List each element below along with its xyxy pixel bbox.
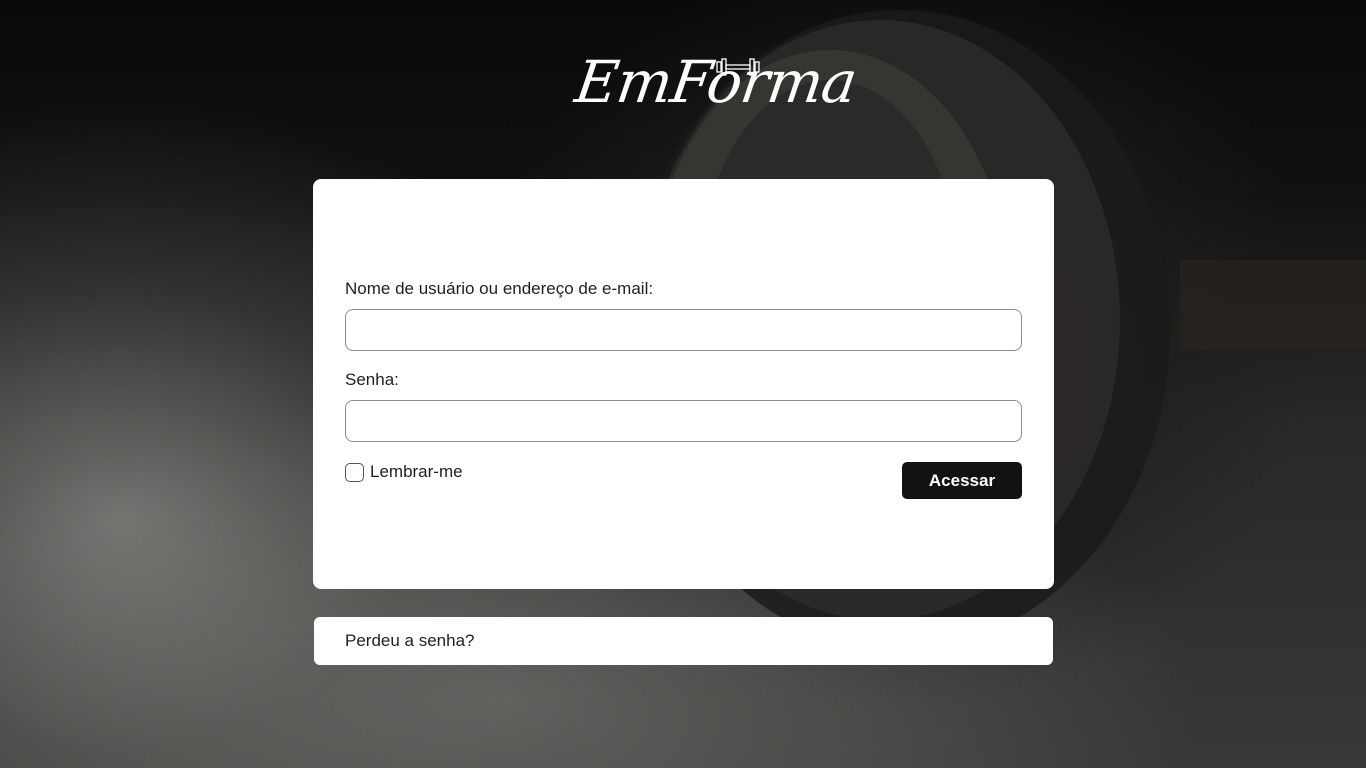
emforma-logo: EmForma xyxy=(560,40,860,130)
remember-me[interactable]: Lembrar-me xyxy=(345,461,463,483)
lost-password-link[interactable]: Perdeu a senha? xyxy=(345,631,475,651)
username-label: Nome de usuário ou endereço de e-mail: xyxy=(345,279,654,298)
password-input[interactable] xyxy=(345,400,1022,442)
login-button[interactable]: Acessar xyxy=(902,462,1022,499)
dumbbell-icon xyxy=(716,58,760,76)
username-input[interactable] xyxy=(345,309,1022,351)
lost-password-box: Perdeu a senha? xyxy=(314,617,1053,665)
remember-checkbox[interactable] xyxy=(345,462,364,482)
remember-label[interactable]: Lembrar-me xyxy=(370,462,463,482)
password-label: Senha: xyxy=(345,370,399,389)
login-card: Nome de usuário ou endereço de e-mail: S… xyxy=(313,179,1054,589)
